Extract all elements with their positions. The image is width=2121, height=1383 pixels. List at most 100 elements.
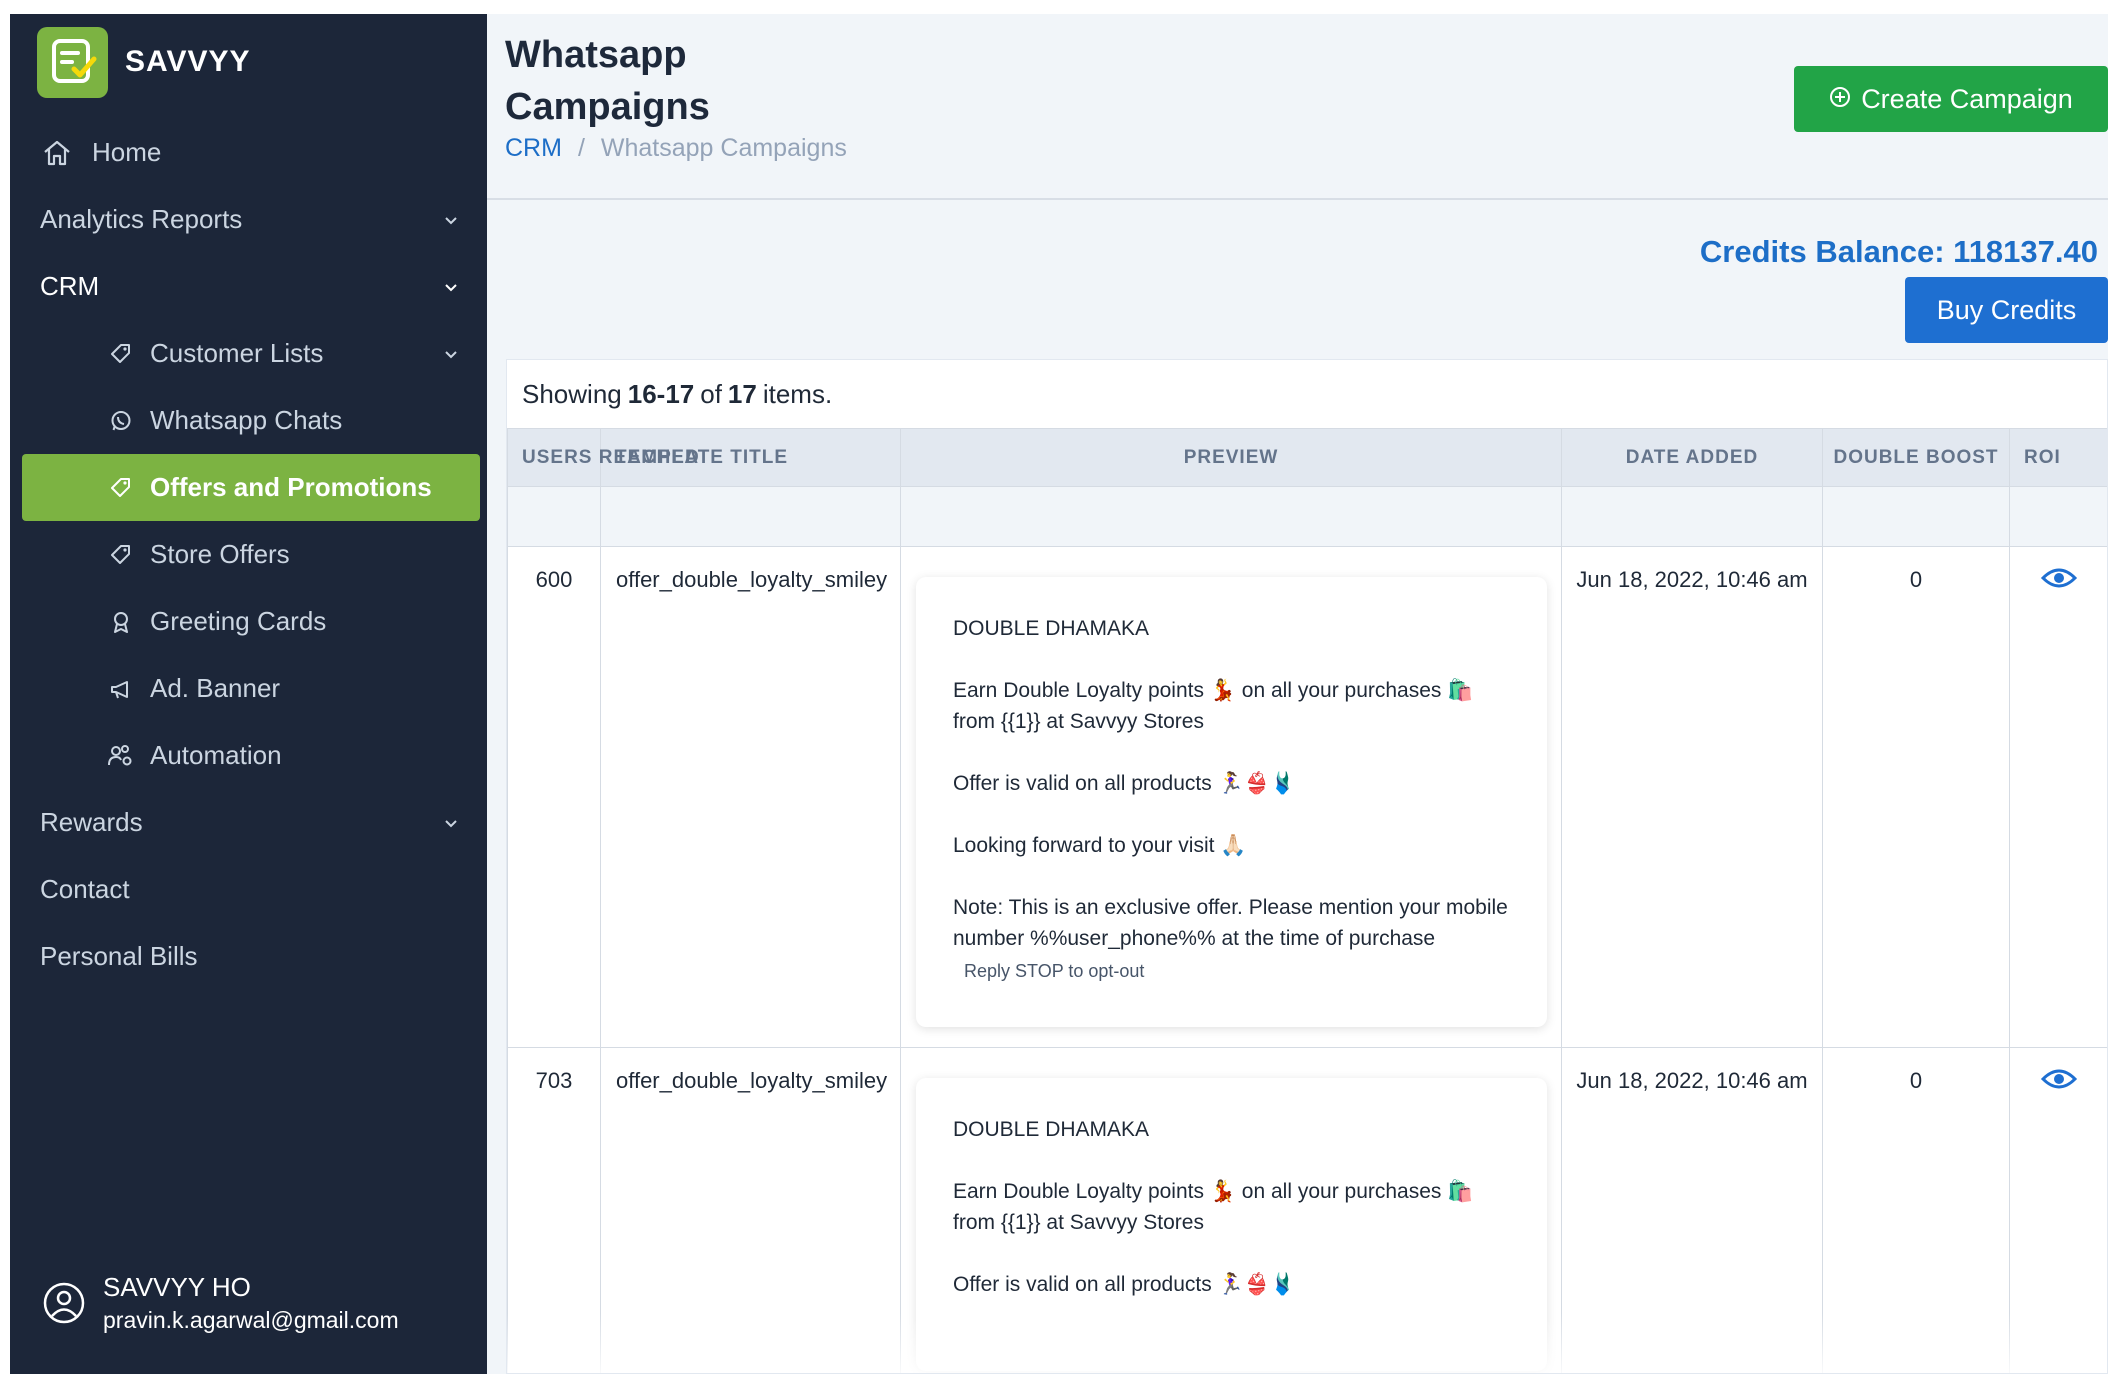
filter-cell[interactable] bbox=[900, 486, 1562, 547]
preview-cell: DOUBLE DHAMAKA Earn Double Loyalty point… bbox=[900, 1047, 1562, 1373]
sidebar-item-label: Automation bbox=[150, 740, 282, 770]
sidebar-item-rewards[interactable]: Rewards bbox=[10, 789, 487, 856]
roi-cell bbox=[2009, 546, 2107, 1048]
chevron-down-icon bbox=[441, 344, 461, 364]
create-campaign-button[interactable]: Create Campaign bbox=[1794, 66, 2108, 132]
sidebar-item-label: Whatsapp Chats bbox=[150, 405, 343, 435]
sidebar-item-personal-bills[interactable]: Personal Bills bbox=[10, 923, 487, 990]
message-preview-card: DOUBLE DHAMAKA Earn Double Loyalty point… bbox=[916, 1078, 1547, 1371]
breadcrumb: CRM / Whatsapp Campaigns bbox=[505, 134, 847, 163]
brand[interactable]: SAVVYY bbox=[10, 26, 487, 98]
eye-icon[interactable] bbox=[2040, 568, 2078, 596]
page-title: Whatsapp Campaigns bbox=[505, 34, 710, 128]
column-header-users-reached[interactable]: USERS REACHED bbox=[507, 428, 699, 487]
eye-icon[interactable] bbox=[2040, 1069, 2078, 1097]
breadcrumb-separator: / bbox=[577, 134, 585, 162]
create-campaign-label: Create Campaign bbox=[1861, 83, 2073, 114]
filter-cell[interactable] bbox=[1822, 486, 2010, 547]
plus-circle-icon bbox=[1829, 84, 1851, 115]
sidebar-item-ad-banner[interactable]: Ad. Banner bbox=[10, 655, 487, 722]
table-row: 703 offer_double_loyalty_smiley DOUBLE D… bbox=[507, 1047, 2107, 1373]
template-title-cell: offer_double_loyalty_smiley bbox=[600, 1047, 901, 1373]
preview-line: Looking forward to your visit 🙏🏻 bbox=[953, 834, 1247, 857]
message-preview-card: DOUBLE DHAMAKA Earn Double Loyalty point… bbox=[916, 577, 1547, 1027]
preview-line: Earn Double Loyalty points 💃 on all your… bbox=[953, 1180, 1474, 1234]
summary-middle: of bbox=[700, 378, 722, 409]
column-header-template-title[interactable]: TEMPLATE TITLE bbox=[600, 428, 901, 487]
double-boost-cell: 0 bbox=[1822, 546, 2010, 1048]
main-content: Whatsapp Campaigns CRM / Whatsapp Campai… bbox=[487, 14, 2108, 1374]
filter-row bbox=[507, 486, 2107, 547]
sidebar-item-greeting-cards[interactable]: Greeting Cards bbox=[10, 588, 487, 655]
sidebar-item-label: Store Offers bbox=[150, 539, 290, 569]
results-summary: Showing 16-17 of 17 items. bbox=[507, 360, 2107, 428]
column-header-roi[interactable]: ROI bbox=[2009, 428, 2107, 487]
sidebar-item-label: Offers and Promotions bbox=[150, 472, 432, 502]
user-profile[interactable]: SAVVYY HO pravin.k.agarwal@gmail.com bbox=[42, 1272, 399, 1334]
users-reached-cell: 703 bbox=[507, 1047, 601, 1373]
preview-heading: DOUBLE DHAMAKA bbox=[953, 1118, 1150, 1141]
award-icon bbox=[108, 609, 134, 635]
credits-balance: Credits Balance: 118137.40 bbox=[1699, 234, 2098, 269]
filter-cell[interactable] bbox=[600, 486, 901, 547]
page-header: Whatsapp Campaigns CRM / Whatsapp Campai… bbox=[487, 14, 2108, 200]
preview-line: Offer is valid on all products 🏃‍♀️👙🩱 bbox=[953, 772, 1297, 795]
preview-line: Offer is valid on all products 🏃‍♀️👙🩱 bbox=[953, 1273, 1297, 1296]
sidebar-item-analytics-reports[interactable]: Analytics Reports bbox=[10, 186, 487, 253]
sidebar-item-automation[interactable]: Automation bbox=[10, 722, 487, 789]
tag-icon bbox=[108, 475, 134, 501]
sidebar-item-label: Ad. Banner bbox=[150, 673, 281, 703]
sidebar-item-contact[interactable]: Contact bbox=[10, 856, 487, 923]
column-header-preview[interactable]: PREVIEW bbox=[900, 428, 1562, 487]
megaphone-icon bbox=[108, 676, 134, 702]
campaigns-table: USERS REACHED TEMPLATE TITLE PREVIEW DAT… bbox=[507, 428, 2107, 1373]
sidebar-item-store-offers[interactable]: Store Offers bbox=[10, 521, 487, 588]
sidebar-item-offers-and-promotions[interactable]: Offers and Promotions bbox=[22, 454, 480, 521]
user-info: SAVVYY HO pravin.k.agarwal@gmail.com bbox=[103, 1272, 399, 1334]
sidebar: SAVVYY Home Analytics Reports CRM Custom… bbox=[10, 14, 487, 1374]
sidebar-item-label: Personal Bills bbox=[40, 941, 198, 971]
chevron-down-icon bbox=[441, 813, 461, 833]
brand-name: SAVVYY bbox=[125, 45, 251, 78]
roi-cell bbox=[2009, 1047, 2107, 1373]
user-name: SAVVYY HO bbox=[103, 1272, 251, 1302]
home-icon bbox=[40, 136, 74, 170]
buy-credits-button[interactable]: Buy Credits bbox=[1905, 277, 2108, 343]
sidebar-item-label: Analytics Reports bbox=[40, 204, 243, 234]
preview-line: Earn Double Loyalty points 💃 on all your… bbox=[953, 679, 1474, 733]
sidebar-item-customer-lists[interactable]: Customer Lists bbox=[10, 320, 487, 387]
sidebar-item-label: Greeting Cards bbox=[150, 606, 327, 636]
sidebar-item-label: Customer Lists bbox=[150, 338, 324, 368]
sidebar-item-whatsapp-chats[interactable]: Whatsapp Chats bbox=[10, 387, 487, 454]
whatsapp-icon bbox=[108, 408, 134, 434]
user-avatar-icon bbox=[42, 1281, 86, 1325]
filter-cell[interactable] bbox=[2009, 486, 2107, 547]
users-reached-cell: 600 bbox=[507, 546, 601, 1048]
preview-heading: DOUBLE DHAMAKA bbox=[953, 617, 1150, 640]
preview-cell: DOUBLE DHAMAKA Earn Double Loyalty point… bbox=[900, 546, 1562, 1048]
brand-logo-icon bbox=[37, 26, 108, 98]
sidebar-item-home[interactable]: Home bbox=[10, 119, 487, 186]
table-header-row: USERS REACHED TEMPLATE TITLE PREVIEW DAT… bbox=[507, 428, 2107, 487]
sidebar-item-label: Contact bbox=[40, 874, 130, 904]
users-gear-icon bbox=[108, 743, 134, 769]
breadcrumb-link-crm[interactable]: CRM bbox=[505, 134, 562, 163]
summary-prefix: Showing bbox=[522, 378, 622, 409]
sidebar-item-label: Home bbox=[92, 137, 162, 167]
preview-line: Note: This is an exclusive offer. Please… bbox=[953, 896, 1508, 950]
column-header-double-boost[interactable]: DOUBLE BOOST bbox=[1822, 428, 2010, 487]
template-title-cell: offer_double_loyalty_smiley bbox=[600, 546, 901, 1048]
tag-icon bbox=[108, 542, 134, 568]
sidebar-item-label: CRM bbox=[40, 271, 100, 301]
app-window: SAVVYY Home Analytics Reports CRM Custom… bbox=[10, 14, 2108, 1374]
filter-cell[interactable] bbox=[1561, 486, 1823, 547]
summary-total: 17 bbox=[727, 378, 757, 409]
chevron-down-icon bbox=[441, 210, 461, 230]
date-added-cell: Jun 18, 2022, 10:46 am bbox=[1561, 546, 1823, 1048]
summary-suffix: items. bbox=[762, 378, 833, 409]
date-added-cell: Jun 18, 2022, 10:46 am bbox=[1561, 1047, 1823, 1373]
sidebar-item-label: Rewards bbox=[40, 807, 143, 837]
filter-cell[interactable] bbox=[507, 486, 601, 547]
column-header-date-added[interactable]: DATE ADDED bbox=[1561, 428, 1823, 487]
sidebar-item-crm[interactable]: CRM bbox=[10, 253, 487, 320]
